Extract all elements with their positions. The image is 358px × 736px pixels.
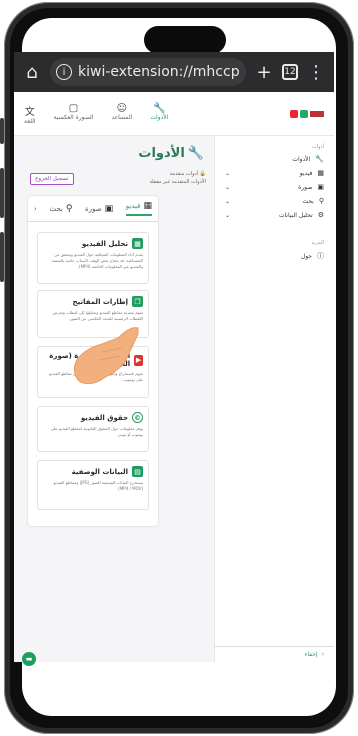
sidebar-item-video[interactable]: ▦ فيديو ⌄ [215,166,334,180]
search-icon: ⚲ [65,203,73,214]
tab-video-label: فيديو [125,202,141,210]
wrench-icon: 🔧 [153,102,166,114]
page-title: 🔧 الأدوات [138,146,204,161]
browser-toolbar: ⌂ i kiwi-extension://mhccp + 12 ⋮ [14,52,334,92]
sidebar-item-label: تحليل البيانات [278,211,313,219]
tool-card-metadata[interactable]: ▤ البيانات الوصفية يستخرج البيانات الوصفي… [37,460,149,510]
card-title: إطارات المفاتيح [72,297,128,306]
film-icon: ▦ [143,201,152,211]
chat-fab-button[interactable]: ▬ [22,652,36,666]
tool-card-video-analysis[interactable]: ▦ تحليل الفيديو يقدم أداء المعلومات السيا… [37,232,149,284]
nav-reverse-image-label: الصورة العكسية [53,113,94,121]
home-icon[interactable]: ⌂ [20,62,44,83]
tool-tabs: ▦ فيديو ▣ صورة ⚲ بحث ‹ [28,196,158,222]
card-title: البيانات الوصفية [71,467,128,476]
top-navigation: 文 اللغة ▢ الصورة العكسية ☺ المساعد 🔧 الأ… [14,92,334,136]
card-description: يوفر معلومات حول الحقوق القانونية لمقطع … [50,426,143,437]
nav-assistant[interactable]: ☺ المساعد [111,103,132,125]
wrench-icon: 🔧 [187,146,204,161]
lock-icon: 🔓 [199,171,206,177]
sidebar-item-about[interactable]: ⓘ حول [215,248,334,264]
chevron-down-icon: ⌄ [225,183,231,191]
logo [290,109,324,118]
side-button [0,232,4,282]
sidebar-more-label: المزيد [311,240,324,246]
plus-icon[interactable]: + [252,62,276,83]
sidebar: أدوات 🔧 الأدوات ▦ فيديو ⌄ ▣ صورة ⌄ ⚲ بحث ⌄ ⚙… [214,136,334,662]
nav-tools[interactable]: 🔧 الأدوات [150,103,168,125]
copyright-icon: © [132,412,143,423]
chevron-down-icon: ⌄ [225,211,231,219]
sidebar-item-data-analysis[interactable]: ⚙ تحليل البيانات ⌄ [215,208,334,222]
address-bar[interactable]: i kiwi-extension://mhccp [50,58,246,86]
tabs-icon[interactable]: 12 [282,64,298,80]
collapse-label: إخفاء [304,651,318,658]
tab-search-label: بحث [49,204,63,213]
robot-icon: ☺ [116,102,128,114]
document-icon: ▤ [132,466,143,477]
nav-tools-label: الأدوات [150,113,169,121]
card-description: يقدم أداء المعلومات السياقية حول الفيديو… [51,252,143,269]
chevron-left-icon[interactable]: ‹ [34,205,37,213]
wrench-icon: 🔧 [315,155,324,163]
unlock-status: 🔓 أدوات متقدمة الأدوات المتقدمة غير مقفل… [149,170,206,186]
info-icon[interactable]: i [56,64,72,80]
extension-page: 文 اللغة ▢ الصورة العكسية ☺ المساعد 🔧 الأ… [14,92,334,662]
logout-button[interactable]: تسجيل الخروج [30,173,74,185]
nav-language[interactable]: 文 اللغة [24,103,36,125]
url-text: kiwi-extension://mhccp [78,64,240,80]
lock-label: أدوات متقدمة [169,171,199,177]
tool-card-video-rights[interactable]: © حقوق الفيديو يوفر معلومات حول الحقوق ال… [37,406,149,452]
nav-reverse-image[interactable]: ▢ الصورة العكسية [54,103,94,125]
card-title: تحليل الفيديو [81,239,128,248]
image-icon: ▣ [104,203,114,214]
data-icon: ⚙ [317,211,324,219]
sidebar-item-label: بحث [302,197,314,205]
main-content: 🔧 الأدوات 🔓 أدوات متقدمة الأدوات المتقدم… [14,136,214,662]
side-button [0,118,4,144]
image-icon: ▢ [68,102,79,114]
film-icon: ▦ [132,238,143,249]
nav-assistant-label: المساعد [111,113,133,121]
image-icon: ▣ [317,183,324,191]
chevron-down-icon: ⌄ [225,169,231,177]
menu-icon[interactable]: ⋮ [304,62,328,83]
sidebar-item-label: فيديو [299,169,313,177]
sidebar-item-image[interactable]: ▣ صورة ⌄ [215,180,334,194]
nav-items: 文 اللغة ▢ الصورة العكسية ☺ المساعد 🔧 الأ… [24,103,168,125]
sidebar-item-label: صورة [298,183,313,191]
tab-image-label: صورة [85,204,102,213]
tab-video[interactable]: ▦ فيديو [125,201,152,216]
film-icon: ▦ [317,169,324,177]
card-description: تقوم بتجزئة مقاطع الفيديو وتحليلها إلى ل… [52,310,143,321]
chat-icon: ▬ [25,655,33,663]
sidebar-collapse[interactable]: إخفاء › [215,646,334,662]
sidebar-section-label: أدوات [311,144,324,150]
nav-language-label: اللغة [24,117,36,125]
dynamic-island [144,26,226,54]
info-icon: ⓘ [317,252,324,260]
sidebar-item-label: حول [300,252,312,260]
translate-icon: 文 [24,106,35,118]
page-title-text: الأدوات [138,146,185,161]
card-description: يستخرج البيانات الوصفية للصور (JPG) ومقا… [53,480,143,491]
chevron-right-icon: › [321,651,324,658]
tab-image[interactable]: ▣ صورة [85,204,113,214]
pointing-hand-icon [73,327,139,385]
frames-icon: ❐ [132,296,143,307]
unlock-subtitle: الأدوات المتقدمة غير مقفلة [149,179,206,185]
side-button [0,168,4,218]
tab-search[interactable]: ⚲ بحث [49,204,72,214]
card-title: حقوق الفيديو [80,413,128,422]
sidebar-item-search[interactable]: ⚲ بحث ⌄ [215,194,334,208]
sidebar-item-label: الأدوات [292,155,311,163]
chevron-down-icon: ⌄ [225,197,231,205]
sidebar-item-tools[interactable]: 🔧 الأدوات [215,152,334,166]
search-icon: ⚲ [318,197,324,205]
